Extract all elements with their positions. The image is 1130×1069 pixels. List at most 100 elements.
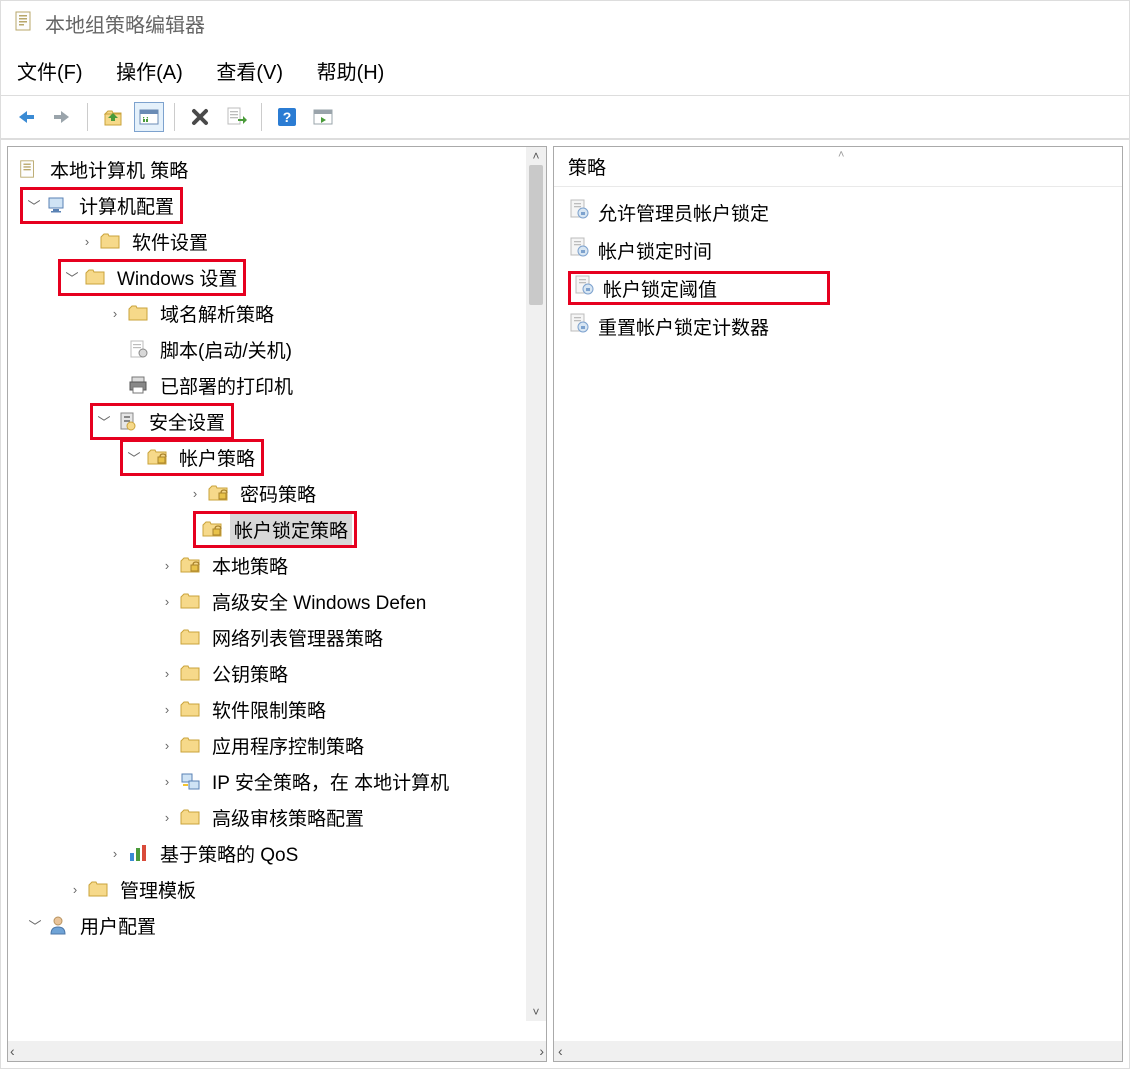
folder-icon	[83, 266, 107, 288]
list-header[interactable]: 策略 ˄	[554, 147, 1122, 187]
tree-network-list[interactable]: 网络列表管理器策略	[8, 619, 546, 655]
tree-password-policy[interactable]: › 密码策略	[8, 475, 546, 511]
help-button[interactable]: ?	[272, 102, 302, 132]
tree-local-policies[interactable]: › 本地策略	[8, 547, 546, 583]
expander-icon[interactable]: ›	[158, 810, 176, 825]
expander-icon[interactable]: ›	[106, 306, 124, 321]
tree-public-key[interactable]: › 公钥策略	[8, 655, 546, 691]
tree-view[interactable]: 本地计算机 策略 ﹀ 计算机配置 › 软件设置 ﹀	[8, 147, 546, 1041]
scroll-left-icon[interactable]: ‹	[558, 1043, 563, 1059]
network-icon	[178, 770, 202, 792]
tree-wdf[interactable]: › 高级安全 Windows Defen	[8, 583, 546, 619]
expander-icon[interactable]: ﹀	[26, 916, 44, 935]
tree-item-label: 高级审核策略配置	[208, 802, 368, 833]
list-item[interactable]: 帐户锁定时间	[564, 231, 1112, 269]
app-icon	[13, 10, 35, 38]
expander-icon[interactable]: ›	[158, 702, 176, 717]
expander-icon[interactable]: ›	[158, 738, 176, 753]
scroll-left-icon[interactable]: ‹	[10, 1043, 15, 1059]
tree-printers[interactable]: 已部署的打印机	[8, 367, 546, 403]
tree-adv-audit[interactable]: › 高级审核策略配置	[8, 799, 546, 835]
tree-software-settings[interactable]: › 软件设置	[8, 223, 546, 259]
expander-icon[interactable]: ›	[106, 846, 124, 861]
chart-icon	[126, 842, 150, 864]
tree-software-restriction[interactable]: › 软件限制策略	[8, 691, 546, 727]
folder-icon	[178, 590, 202, 612]
folder-lock-icon	[145, 446, 169, 468]
expander-icon[interactable]: ›	[66, 882, 84, 897]
computer-icon	[45, 194, 69, 216]
expander-icon[interactable]: ﹀	[25, 196, 43, 215]
tree-ip-sec[interactable]: › IP 安全策略，在 本地计算机	[8, 763, 546, 799]
tree-item-label: IP 安全策略，在 本地计算机	[208, 766, 453, 797]
expander-icon[interactable]: ﹀	[95, 412, 113, 431]
tree-item-label: 管理模板	[116, 874, 200, 905]
tree-item-label: 软件设置	[128, 226, 212, 257]
tree-item-label: 域名解析策略	[156, 298, 278, 329]
properties-button[interactable]	[134, 102, 164, 132]
menu-file[interactable]: 文件(F)	[17, 62, 83, 84]
tree-item-label: 安全设置	[145, 406, 229, 437]
tree-qos[interactable]: › 基于策略的 QoS	[8, 835, 546, 871]
up-button[interactable]	[98, 102, 128, 132]
script-icon	[126, 338, 150, 360]
tree-app-control[interactable]: › 应用程序控制策略	[8, 727, 546, 763]
scroll-up-icon[interactable]: ˄	[532, 149, 539, 163]
window-title: 本地组策略编辑器	[45, 9, 205, 38]
expander-icon[interactable]: ›	[78, 234, 96, 249]
expander-icon[interactable]: ›	[158, 666, 176, 681]
menu-view[interactable]: 查看(V)	[216, 62, 283, 84]
scroll-right-icon[interactable]: ›	[539, 1043, 544, 1059]
tree-item-label: 基于策略的 QoS	[156, 838, 302, 869]
list-item-label: 帐户锁定时间	[598, 237, 712, 264]
tree-scripts[interactable]: 脚本(启动/关机)	[8, 331, 546, 367]
forward-button[interactable]	[47, 102, 77, 132]
tree-lockout-policy[interactable]: 帐户锁定策略	[8, 511, 546, 547]
expander-icon[interactable]: ›	[158, 558, 176, 573]
toolbar-separator	[261, 103, 262, 131]
svg-text:?: ?	[283, 109, 292, 125]
expander-icon[interactable]: ›	[186, 486, 204, 501]
tree-dns-policy[interactable]: › 域名解析策略	[8, 295, 546, 331]
user-icon	[46, 914, 70, 936]
back-button[interactable]	[11, 102, 41, 132]
tree-security-settings[interactable]: ﹀ 安全设置	[8, 403, 546, 439]
list-item[interactable]: 重置帐户锁定计数器	[564, 307, 1112, 345]
window: 本地组策略编辑器 文件(F) 操作(A) 查看(V) 帮助(H) ?	[0, 0, 1130, 1069]
tree-item-label: 用户配置	[76, 910, 160, 941]
tree-item-label: 高级安全 Windows Defen	[208, 586, 430, 617]
folder-lock-icon	[200, 518, 224, 540]
menu-action[interactable]: 操作(A)	[116, 62, 183, 84]
toolbar: ?	[1, 95, 1129, 139]
folder-lock-icon	[206, 482, 230, 504]
tree-item-label: 软件限制策略	[208, 694, 330, 725]
horizontal-scrollbar[interactable]: ‹ ›	[8, 1041, 546, 1061]
vertical-scrollbar[interactable]: ˄ ˅	[526, 147, 546, 1021]
tree-pane: 本地计算机 策略 ﹀ 计算机配置 › 软件设置 ﹀	[7, 146, 547, 1062]
tree-windows-settings[interactable]: ﹀ Windows 设置	[8, 259, 546, 295]
tree-computer-config[interactable]: ﹀ 计算机配置	[8, 187, 546, 223]
tree-account-policies[interactable]: ﹀ 帐户策略	[8, 439, 546, 475]
list-item[interactable]: 允许管理员帐户锁定	[564, 193, 1112, 231]
export-button[interactable]	[221, 102, 251, 132]
delete-button[interactable]	[185, 102, 215, 132]
scroll-down-icon[interactable]: ˅	[532, 1005, 539, 1019]
list-item[interactable]: 帐户锁定阈值	[564, 269, 1112, 307]
folder-icon	[178, 662, 202, 684]
folder-icon	[178, 626, 202, 648]
tree-item-label: 本地计算机 策略	[46, 154, 192, 185]
expander-icon[interactable]: ›	[158, 594, 176, 609]
right-horizontal-scrollbar[interactable]: ‹	[554, 1041, 1122, 1061]
column-header-policy: 策略	[568, 158, 606, 179]
scroll-thumb[interactable]	[529, 165, 543, 305]
show-hide-button[interactable]	[308, 102, 338, 132]
tree-admin-templates[interactable]: › 管理模板	[8, 871, 546, 907]
tree-user-config[interactable]: ﹀ 用户配置	[8, 907, 546, 943]
policy-icon	[573, 274, 595, 302]
content-area: 本地计算机 策略 ﹀ 计算机配置 › 软件设置 ﹀	[1, 139, 1129, 1068]
expander-icon[interactable]: ﹀	[63, 268, 81, 287]
menu-help[interactable]: 帮助(H)	[317, 62, 385, 84]
expander-icon[interactable]: ﹀	[125, 448, 143, 467]
expander-icon[interactable]: ›	[158, 774, 176, 789]
tree-root[interactable]: 本地计算机 策略	[8, 151, 546, 187]
